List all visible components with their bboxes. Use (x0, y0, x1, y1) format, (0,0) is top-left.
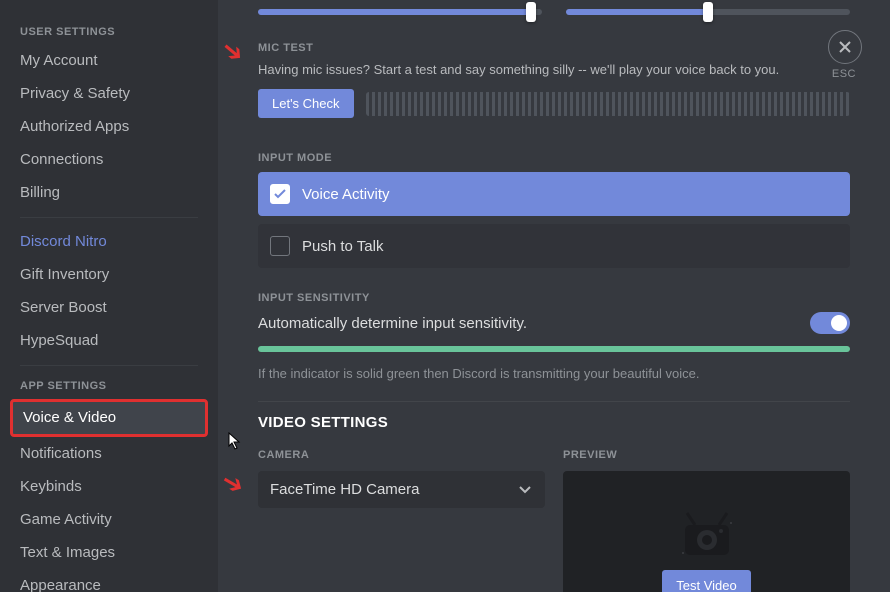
sidebar-header-app: APP SETTINGS (10, 374, 208, 398)
camera-select[interactable]: FaceTime HD Camera (258, 471, 545, 508)
output-volume-slider[interactable] (566, 4, 850, 18)
sensitivity-toggle-row: Automatically determine input sensitivit… (258, 312, 850, 334)
sidebar-item-connections[interactable]: Connections (10, 144, 208, 176)
sidebar-header-user: USER SETTINGS (10, 20, 208, 44)
test-video-button[interactable]: Test Video (662, 570, 750, 592)
sidebar-item-nitro[interactable]: Discord Nitro (10, 226, 208, 258)
divider (20, 365, 198, 366)
divider (20, 217, 198, 218)
sidebar-item-voice-video[interactable]: Voice & Video (10, 399, 208, 437)
checkbox-icon (270, 236, 290, 256)
mic-test-title: MIC TEST (258, 42, 850, 54)
mic-level-meter (366, 92, 850, 116)
close-icon (838, 40, 852, 54)
sidebar-item-authorized-apps[interactable]: Authorized Apps (10, 111, 208, 143)
sensitivity-toggle-label: Automatically determine input sensitivit… (258, 315, 527, 332)
settings-main: MIC TEST Having mic issues? Start a test… (218, 0, 890, 592)
lets-check-button[interactable]: Let's Check (258, 89, 354, 118)
preview-label: PREVIEW (563, 449, 850, 461)
sensitivity-title: INPUT SENSITIVITY (258, 292, 850, 304)
sidebar-item-gift-inventory[interactable]: Gift Inventory (10, 259, 208, 291)
sidebar-item-privacy[interactable]: Privacy & Safety (10, 78, 208, 110)
sidebar-item-hypesquad[interactable]: HypeSquad (10, 325, 208, 357)
preview-column: PREVIEW Test Video (563, 449, 850, 592)
sidebar-item-server-boost[interactable]: Server Boost (10, 292, 208, 324)
sidebar-item-notifications[interactable]: Notifications (10, 438, 208, 470)
camera-placeholder-icon (677, 511, 737, 561)
close-button[interactable] (828, 30, 862, 64)
sidebar-item-billing[interactable]: Billing (10, 177, 208, 209)
video-settings-row: CAMERA FaceTime HD Camera PREVIEW (258, 449, 850, 592)
input-mode-push-to-talk[interactable]: Push to Talk (258, 224, 850, 268)
slider-fill (258, 9, 531, 15)
chevron-down-icon (517, 482, 533, 498)
sidebar-item-keybinds[interactable]: Keybinds (10, 471, 208, 503)
option-label: Voice Activity (302, 186, 390, 203)
sensitivity-toggle[interactable] (810, 312, 850, 334)
video-preview-box: Test Video (563, 471, 850, 592)
sensitivity-hint: If the indicator is solid green then Dis… (258, 366, 850, 381)
sidebar-item-appearance[interactable]: Appearance (10, 570, 208, 592)
camera-column: CAMERA FaceTime HD Camera (258, 449, 545, 592)
volume-sliders-row (258, 4, 850, 18)
mic-test-desc: Having mic issues? Start a test and say … (258, 62, 850, 77)
camera-select-value: FaceTime HD Camera (270, 481, 419, 498)
sidebar-item-game-activity[interactable]: Game Activity (10, 504, 208, 536)
close-label: ESC (832, 68, 856, 80)
section-divider (258, 401, 850, 402)
sensitivity-indicator (258, 346, 850, 352)
settings-sidebar: USER SETTINGS My Account Privacy & Safet… (0, 0, 218, 592)
mic-test-row: Let's Check (258, 89, 850, 118)
sidebar-item-text-images[interactable]: Text & Images (10, 537, 208, 569)
input-volume-slider[interactable] (258, 4, 542, 18)
video-settings-title: VIDEO SETTINGS (258, 414, 850, 431)
sidebar-item-my-account[interactable]: My Account (10, 45, 208, 77)
checkbox-icon (270, 184, 290, 204)
option-label: Push to Talk (302, 238, 383, 255)
slider-thumb[interactable] (703, 2, 713, 22)
slider-fill (566, 9, 708, 15)
camera-label: CAMERA (258, 449, 545, 461)
input-mode-voice-activity[interactable]: Voice Activity (258, 172, 850, 216)
input-mode-title: INPUT MODE (258, 152, 850, 164)
slider-thumb[interactable] (526, 2, 536, 22)
toggle-knob (831, 315, 847, 331)
